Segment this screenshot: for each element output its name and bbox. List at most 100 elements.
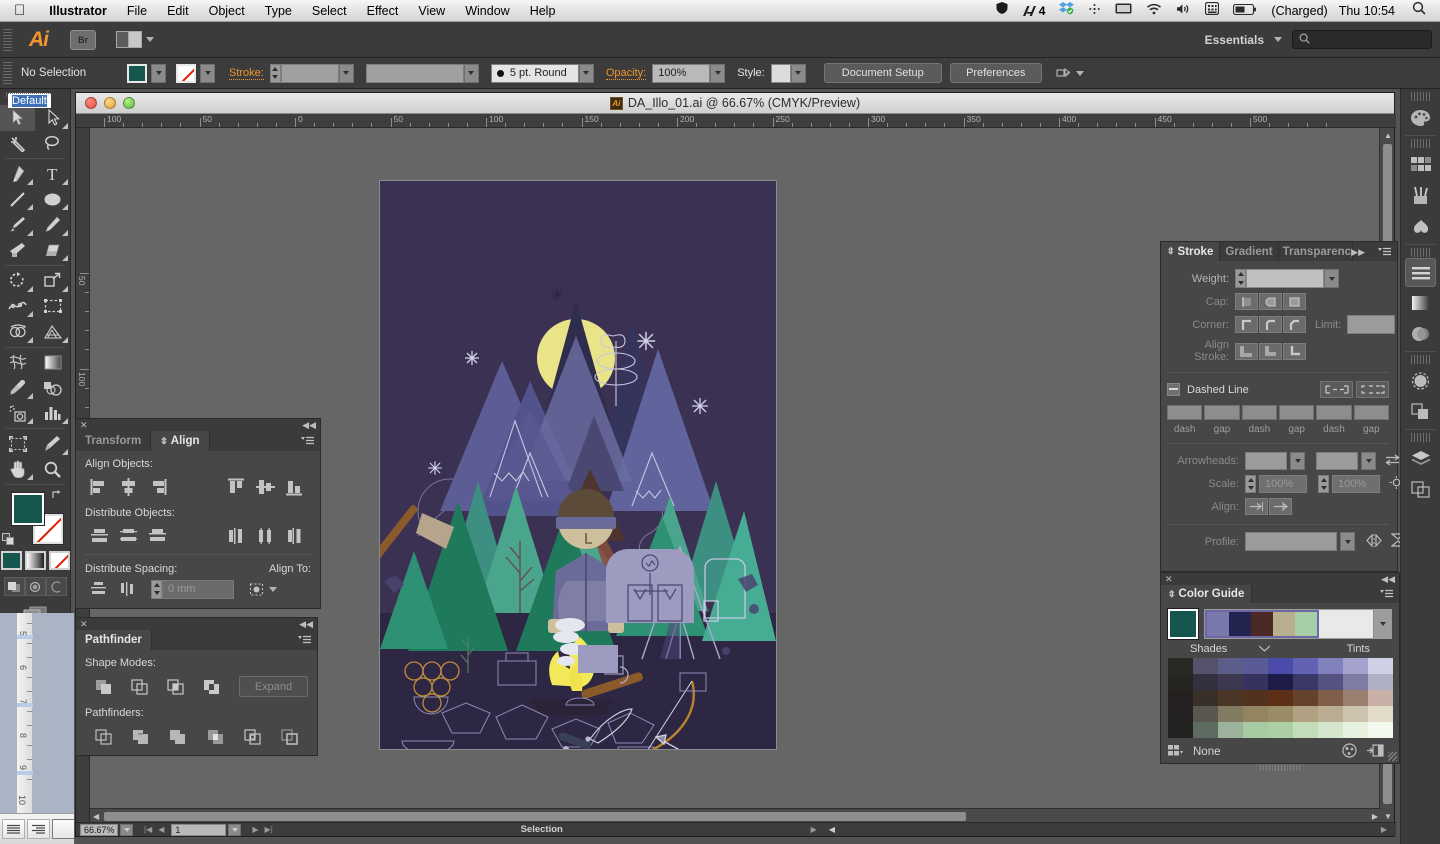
brushes-panel-icon[interactable]: [1401, 180, 1440, 211]
fill-color-control[interactable]: [12, 493, 44, 525]
draw-normal-button[interactable]: [3, 577, 25, 596]
dropbox-icon[interactable]: [1052, 0, 1081, 22]
workspace-switcher[interactable]: Essentials: [1205, 33, 1264, 47]
swatch-cell[interactable]: [1343, 658, 1368, 674]
swatch-cell[interactable]: [1343, 706, 1368, 722]
draw-inside-button[interactable]: [45, 577, 67, 596]
menu-help[interactable]: Help: [520, 0, 566, 22]
swatch-cell[interactable]: [1318, 674, 1343, 690]
swatch-cell[interactable]: [1368, 690, 1393, 706]
minus-front-button[interactable]: [121, 677, 157, 697]
opacity-dropdown[interactable]: [710, 63, 726, 83]
panel-menu-icon[interactable]: [1380, 589, 1394, 601]
swatch-cell[interactable]: [1293, 690, 1318, 706]
harmony-dropdown-button[interactable]: [1373, 610, 1391, 638]
scale-tool[interactable]: [35, 268, 70, 294]
symbol-sprayer-tool[interactable]: [0, 401, 35, 427]
eyedropper-tool[interactable]: [0, 375, 35, 401]
vertical-align-top-button[interactable]: [222, 477, 251, 497]
document-titlebar[interactable]: Ai DA_Illo_01.ai @ 66.67% (CMYK/Preview): [76, 93, 1394, 114]
lasso-tool[interactable]: [35, 131, 70, 157]
place-arrows-at-end-button[interactable]: [1269, 498, 1292, 515]
default-fill-stroke-icon[interactable]: [2, 533, 16, 545]
last-artboard-button[interactable]: ▶|: [262, 825, 276, 834]
menu-view[interactable]: View: [408, 0, 455, 22]
align-justify-icon[interactable]: [2, 819, 25, 839]
expand-panels-icon[interactable]: ▶▶: [1351, 247, 1365, 258]
dash-field-2[interactable]: [1241, 405, 1277, 420]
artboard-number-dropdown[interactable]: [228, 823, 242, 836]
swatch-cell[interactable]: [1243, 674, 1268, 690]
tab-align[interactable]: ⇳ Align: [151, 431, 210, 451]
swatch-cell[interactable]: [1193, 706, 1218, 722]
swatch-cell[interactable]: [1168, 658, 1193, 674]
tab-gradient[interactable]: Gradient: [1220, 242, 1279, 261]
vertical-distribute-space-button[interactable]: [85, 579, 114, 599]
swatch-cell[interactable]: [1318, 690, 1343, 706]
stroke-weight-label[interactable]: Stroke:: [229, 67, 264, 80]
swatch-cell[interactable]: [1343, 690, 1368, 706]
help-search-input[interactable]: [1292, 30, 1432, 49]
gap-field-2[interactable]: [1278, 405, 1315, 420]
graphic-style-dropdown[interactable]: [790, 63, 806, 83]
color-panel-icon[interactable]: [1401, 102, 1440, 133]
panel-menu-icon[interactable]: [298, 635, 312, 647]
menu-type[interactable]: Type: [255, 0, 302, 22]
horizontal-distribute-space-button[interactable]: [114, 579, 143, 599]
color-variation-grid[interactable]: [1168, 658, 1393, 738]
dropbox-shield-icon[interactable]: [988, 0, 1016, 22]
zoom-tool[interactable]: [35, 457, 70, 483]
display-icon[interactable]: [1108, 0, 1139, 22]
panel-menu-icon[interactable]: [301, 436, 315, 448]
arrowhead-start-dropdown[interactable]: [1290, 452, 1305, 470]
swatch-cell[interactable]: [1368, 722, 1393, 738]
dock-grip[interactable]: [1410, 92, 1431, 101]
profile-dropdown[interactable]: [1340, 532, 1355, 551]
base-color-swatch[interactable]: [1168, 609, 1198, 639]
chevron-down-icon[interactable]: [1274, 37, 1282, 42]
menu-file[interactable]: File: [117, 0, 157, 22]
dock-grip[interactable]: [1410, 433, 1431, 442]
minus-back-button[interactable]: [271, 726, 308, 746]
vertical-distribute-center-button[interactable]: [114, 526, 143, 546]
menu-effect[interactable]: Effect: [357, 0, 409, 22]
graphic-style-swatch[interactable]: [770, 63, 791, 83]
scroll-down-arrow[interactable]: ▼: [1384, 812, 1392, 821]
panel-menu-icon[interactable]: [1378, 247, 1392, 259]
swatch-cell[interactable]: [1293, 722, 1318, 738]
swatch-cell[interactable]: [1243, 690, 1268, 706]
tab-pathfinder[interactable]: Pathfinder: [76, 630, 152, 650]
vertical-distribute-top-button[interactable]: [85, 526, 114, 546]
swatch-cell[interactable]: [1268, 690, 1293, 706]
scale-end-stepper[interactable]: [1318, 475, 1329, 493]
align-panel-titlebar[interactable]: ✕ ◀◀: [76, 419, 320, 431]
exclude-button[interactable]: [193, 677, 229, 697]
previous-artboard-button[interactable]: ◀: [155, 825, 167, 834]
opacity-input[interactable]: 100%: [652, 63, 711, 83]
stroke-weight-dropdown[interactable]: [338, 63, 354, 83]
limit-color-group-icon[interactable]: [1168, 744, 1185, 760]
arrowhead-end-input[interactable]: [1316, 452, 1358, 470]
scale-start-stepper[interactable]: [1245, 475, 1256, 493]
intersect-button[interactable]: [157, 677, 193, 697]
panel-resize-grip[interactable]: [1388, 752, 1397, 761]
appbar-grip[interactable]: [3, 28, 12, 51]
dash-field-1[interactable]: [1167, 405, 1203, 420]
dock-grip[interactable]: [1410, 248, 1431, 257]
align-stroke-center-button[interactable]: [1235, 342, 1258, 360]
menu-illustrator[interactable]: Illustrator: [39, 0, 117, 22]
swatch-cell[interactable]: [1193, 674, 1218, 690]
graphic-styles-panel-icon[interactable]: [1401, 396, 1440, 427]
swatch-cell[interactable]: [1268, 674, 1293, 690]
scroll-up-arrow[interactable]: ▲: [1384, 131, 1392, 140]
draw-behind-button[interactable]: [24, 577, 46, 596]
align-stroke-outside-button[interactable]: [1283, 342, 1306, 360]
round-join-button[interactable]: [1259, 316, 1282, 333]
tab-transparency[interactable]: Transparency: [1279, 242, 1353, 261]
width-tool[interactable]: [0, 294, 35, 320]
symbols-panel-icon[interactable]: [1401, 211, 1440, 242]
ellipse-tool[interactable]: [35, 187, 70, 213]
swatch-cell[interactable]: [1193, 690, 1218, 706]
arrange-documents-button[interactable]: [116, 31, 154, 48]
type-tool[interactable]: T: [35, 161, 70, 187]
